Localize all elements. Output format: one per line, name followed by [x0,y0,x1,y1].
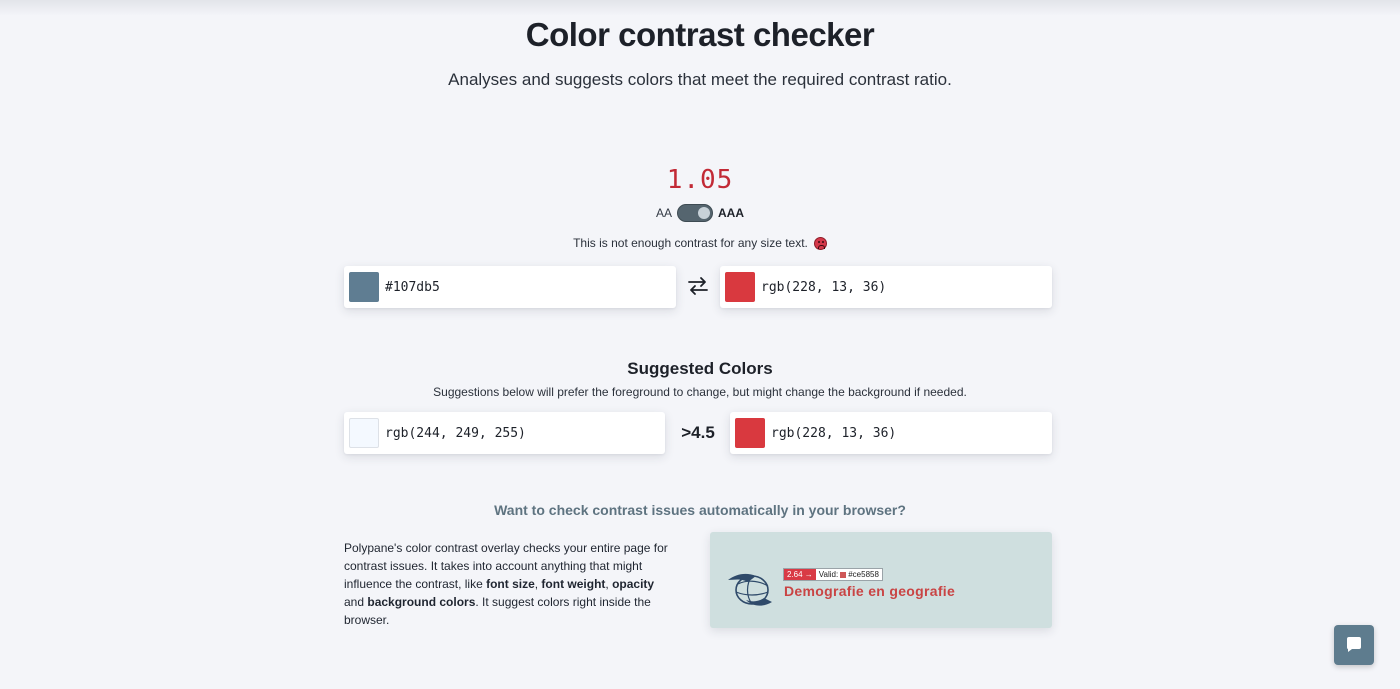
background-color-field[interactable]: rgb(228, 13, 36) [720,266,1052,308]
page-subtitle: Analyses and suggests colors that meet t… [448,70,952,89]
background-swatch[interactable] [725,272,755,302]
foreground-color-field[interactable]: #107db5 [344,266,676,308]
chat-bubble-icon [1347,637,1361,652]
suggested-background-value[interactable]: rgb(228, 13, 36) [771,426,896,441]
promo-bold-background-colors: background colors [367,595,476,609]
foreground-swatch[interactable] [349,272,379,302]
promo-bold-font-size: font size [486,577,535,591]
badge-color-dot [840,571,847,578]
chat-button[interactable] [1334,625,1374,665]
foreground-color-value[interactable]: #107db5 [385,280,440,295]
contrast-threshold: >4.5 [681,423,715,442]
badge-ratio: 2.64 → [784,569,816,580]
promo-bold-opacity: opacity [612,577,655,591]
level-aa-label[interactable]: AA [656,206,672,220]
contrast-ratio: 1.05 [666,165,734,195]
level-aaa-label[interactable]: AAA [718,206,744,220]
suggested-foreground-value[interactable]: rgb(244, 249, 255) [385,426,526,441]
swap-arrows-icon[interactable] [686,276,710,296]
suggested-foreground[interactable]: rgb(244, 249, 255) [344,412,665,454]
demo-heading: Demografie en geografie [784,583,956,599]
suggested-background-swatch[interactable] [735,418,765,448]
promo-bold-font-weight: font weight [541,577,606,591]
toggle-knob [698,207,710,219]
sad-face-icon [813,236,827,250]
promo-title: Want to check contrast issues automatica… [494,502,906,518]
badge-valid: Valid: #ce5858 [818,570,879,579]
status-text: This is not enough contrast for any size… [573,236,808,250]
background-color-value[interactable]: rgb(228, 13, 36) [761,280,886,295]
promo-screenshot: 2.64 → Valid: #ce5858 Demografie en geog… [710,532,1052,628]
top-shadow [0,0,1400,16]
page-title: Color contrast checker [525,16,875,53]
globe-logo-icon [728,573,772,606]
suggested-colors-title: Suggested Colors [627,359,773,378]
contrast-status: This is not enough contrast for any size… [0,236,1400,250]
suggested-background[interactable]: rgb(228, 13, 36) [730,412,1052,454]
level-toggle[interactable] [677,204,713,222]
suggested-colors-description: Suggestions below will prefer the foregr… [433,385,967,399]
level-switch: AA AAA [0,204,1400,222]
promo-description: Polypane's color contrast overlay checks… [344,541,668,627]
suggested-foreground-swatch[interactable] [349,418,379,448]
contrast-overlay-badge: 2.64 → Valid: #ce5858 [783,568,883,581]
